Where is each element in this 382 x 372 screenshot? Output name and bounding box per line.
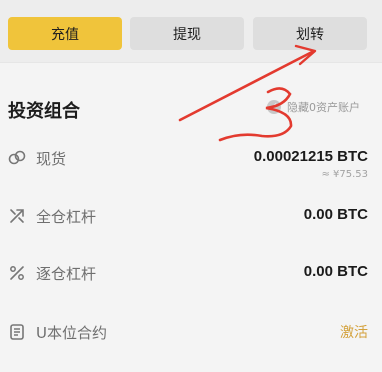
account-name: 逐仓杠杆	[36, 265, 97, 283]
account-balance: 0.00 BTC	[303, 206, 368, 223]
account-name: U本位合约	[36, 324, 107, 342]
account-row-spot[interactable]: 现货 0.00021215 BTC ≈ ¥75.53	[0, 148, 382, 193]
portfolio-title: 投资组合	[8, 101, 80, 122]
check-circle-icon: ✓	[267, 100, 281, 114]
account-row-isolated-margin[interactable]: 逐仓杠杆 0.00 BTC	[0, 263, 382, 308]
isolated-margin-icon	[8, 264, 26, 282]
account-row-usdm-futures[interactable]: U本位合约 激活	[0, 323, 382, 367]
cross-margin-icon	[8, 207, 26, 225]
account-balance-fiat: ≈ ¥75.53	[321, 169, 368, 180]
withdraw-button[interactable]: 提现	[130, 17, 244, 50]
account-row-cross-margin[interactable]: 全仓杠杆 0.00 BTC	[0, 206, 382, 251]
transfer-button[interactable]: 划转	[253, 17, 367, 50]
account-name: 全仓杠杆	[36, 208, 97, 226]
usdm-futures-icon	[8, 323, 26, 341]
hide-zero-balance-toggle[interactable]: ✓ 隐藏0资产账户	[267, 99, 360, 115]
account-balance: 0.00 BTC	[303, 263, 368, 280]
spot-icon	[8, 149, 26, 167]
account-balance: 0.00021215 BTC	[253, 148, 368, 165]
account-name: 现货	[36, 150, 67, 168]
hide-zero-label: 隐藏0资产账户	[287, 101, 360, 114]
activate-link[interactable]: 激活	[340, 322, 368, 342]
deposit-button[interactable]: 充值	[8, 17, 122, 50]
top-actions-bar: 充值 提现 划转	[0, 0, 382, 63]
